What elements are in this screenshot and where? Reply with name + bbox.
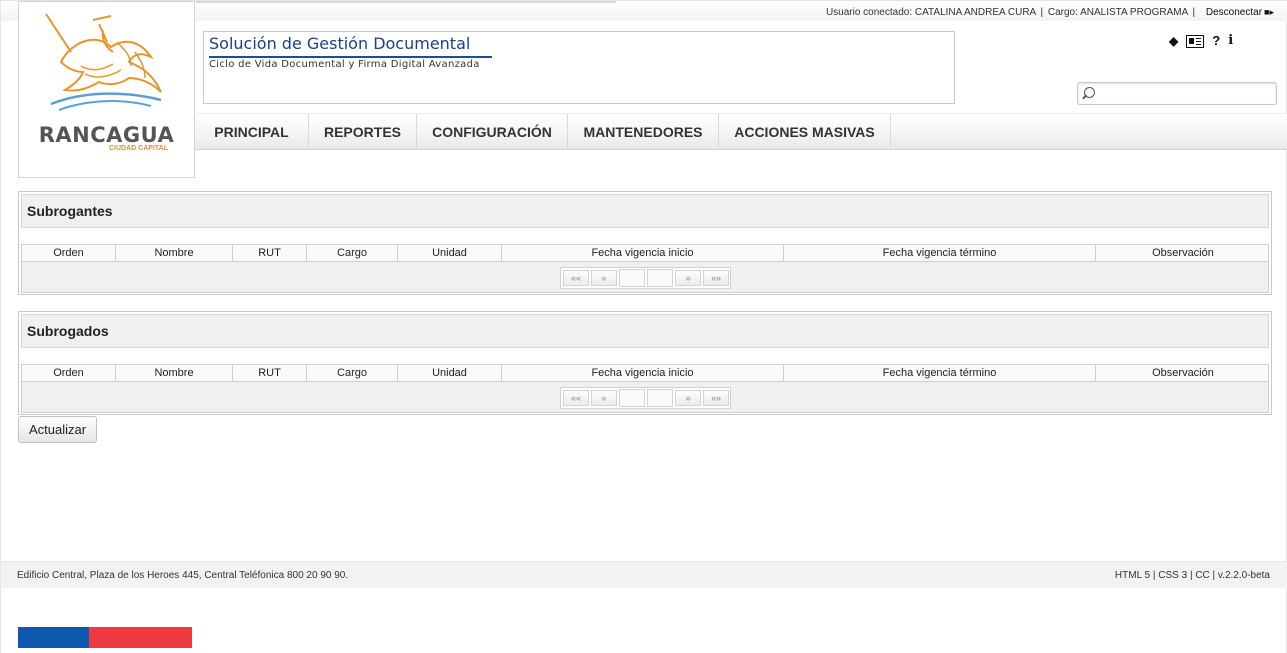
app-title: Solución de Gestión Documental (209, 34, 493, 58)
search-box (1077, 82, 1277, 105)
role-label: Cargo: (1047, 7, 1078, 18)
info-icon[interactable]: i (1228, 34, 1233, 48)
table-header: Orden Nombre RUT Cargo Unidad Fecha vige… (22, 245, 1268, 262)
user-name: CATALINA ANDREA CURA (914, 7, 1036, 18)
footer-tech: HTML 5 | CSS 3 | CC | v.2.2.0-beta (1114, 570, 1270, 581)
column-header-rut[interactable]: RUT (233, 245, 307, 261)
subrogados-table: Orden Nombre RUT Cargo Unidad Fecha vige… (21, 364, 1269, 413)
logo-horseman-icon (45, 13, 162, 111)
column-header-fecha-termino[interactable]: Fecha vigencia término (784, 365, 1096, 381)
nav-item-acciones-masivas[interactable]: ACCIONES MASIVAS (719, 114, 891, 150)
main-nav: PRINCIPAL REPORTES CONFIGURACIÓN MANTENE… (195, 113, 1287, 150)
nav-item-reportes[interactable]: REPORTES (309, 114, 417, 150)
logout-icon: ■▸ (1264, 7, 1274, 17)
toolbar: ◆ ? i (1169, 33, 1233, 49)
page-box (619, 389, 645, 407)
column-header-orden[interactable]: Orden (22, 365, 116, 381)
first-page-button[interactable]: «« (563, 390, 589, 406)
footer-address: Edificio Central, Plaza de los Heroes 44… (17, 570, 349, 581)
logo-subtitle: CIUDAD CAPITAL (109, 145, 168, 152)
subrogantes-table: Orden Nombre RUT Cargo Unidad Fecha vige… (21, 244, 1269, 293)
logo[interactable]: RANCAGUA CIUDAD CAPITAL (18, 1, 195, 178)
nav-item-mantenedores[interactable]: MANTENEDORES (568, 114, 719, 150)
column-header-fecha-inicio[interactable]: Fecha vigencia inicio (502, 365, 784, 381)
column-header-rut[interactable]: RUT (233, 365, 307, 381)
last-page-button[interactable]: »» (703, 390, 729, 406)
pagination: «« « » »» (560, 267, 731, 289)
separator: | (1040, 7, 1044, 18)
logout-link[interactable]: Desconectar ■▸ (1206, 7, 1274, 18)
page-box (647, 389, 673, 407)
panel-header: Subrogados (21, 314, 1269, 348)
separator: | (1192, 7, 1196, 18)
role-name: ANALISTA PROGRAMA (1080, 7, 1188, 18)
subrogados-panel: Subrogados Orden Nombre RUT Cargo Unidad… (18, 311, 1272, 415)
column-header-unidad[interactable]: Unidad (398, 245, 502, 261)
search-icon (1084, 87, 1095, 98)
column-header-cargo[interactable]: Cargo (307, 245, 398, 261)
subrogantes-panel: Subrogantes Orden Nombre RUT Cargo Unida… (18, 191, 1272, 295)
update-button[interactable]: Actualizar (18, 416, 97, 443)
column-header-orden[interactable]: Orden (22, 245, 116, 261)
column-header-unidad[interactable]: Unidad (398, 365, 502, 381)
logout-label: Desconectar (1205, 7, 1263, 18)
prev-page-button[interactable]: « (591, 270, 617, 286)
flag-blue (18, 627, 89, 648)
app-title-box: Solución de Gestión Documental Ciclo de … (203, 31, 955, 104)
pagination: «« « » »» (560, 387, 731, 409)
column-header-observacion[interactable]: Observación (1096, 245, 1270, 261)
table-header: Orden Nombre RUT Cargo Unidad Fecha vige… (22, 365, 1268, 382)
user-label: Usuario conectado: (825, 7, 913, 18)
top-bar-shade (196, 1, 616, 3)
next-page-button[interactable]: » (675, 390, 701, 406)
help-icon[interactable]: ? (1212, 34, 1220, 48)
page: Usuario conectado: CATALINA ANDREA CURA … (0, 0, 1287, 653)
newspaper-icon[interactable] (1186, 34, 1205, 48)
nav-item-configuracion[interactable]: CONFIGURACIÓN (417, 114, 568, 150)
panel-header: Subrogantes (21, 194, 1269, 228)
page-box (647, 269, 673, 287)
first-page-button[interactable]: «« (563, 270, 589, 286)
panel-title: Subrogantes (27, 203, 113, 219)
logo-name: RANCAGUA (38, 123, 175, 147)
search-input[interactable] (1100, 85, 1270, 102)
last-page-button[interactable]: »» (703, 270, 729, 286)
flag-stripe (18, 627, 192, 648)
book-icon[interactable]: ◆ (1169, 34, 1178, 48)
footer: Edificio Central, Plaza de los Heroes 44… (1, 561, 1287, 588)
user-info: Usuario conectado: CATALINA ANDREA CURA … (826, 7, 1274, 18)
column-header-fecha-termino[interactable]: Fecha vigencia término (784, 245, 1096, 261)
app-subtitle: Ciclo de Vida Documental y Firma Digital… (209, 59, 480, 70)
next-page-button[interactable]: » (675, 270, 701, 286)
panel-title: Subrogados (27, 323, 109, 339)
column-header-nombre[interactable]: Nombre (116, 245, 233, 261)
column-header-observacion[interactable]: Observación (1096, 365, 1270, 381)
column-header-fecha-inicio[interactable]: Fecha vigencia inicio (502, 245, 784, 261)
column-header-nombre[interactable]: Nombre (116, 365, 233, 381)
column-header-cargo[interactable]: Cargo (307, 365, 398, 381)
page-box (619, 269, 645, 287)
flag-red (89, 627, 192, 648)
prev-page-button[interactable]: « (591, 390, 617, 406)
nav-item-principal[interactable]: PRINCIPAL (195, 114, 309, 150)
